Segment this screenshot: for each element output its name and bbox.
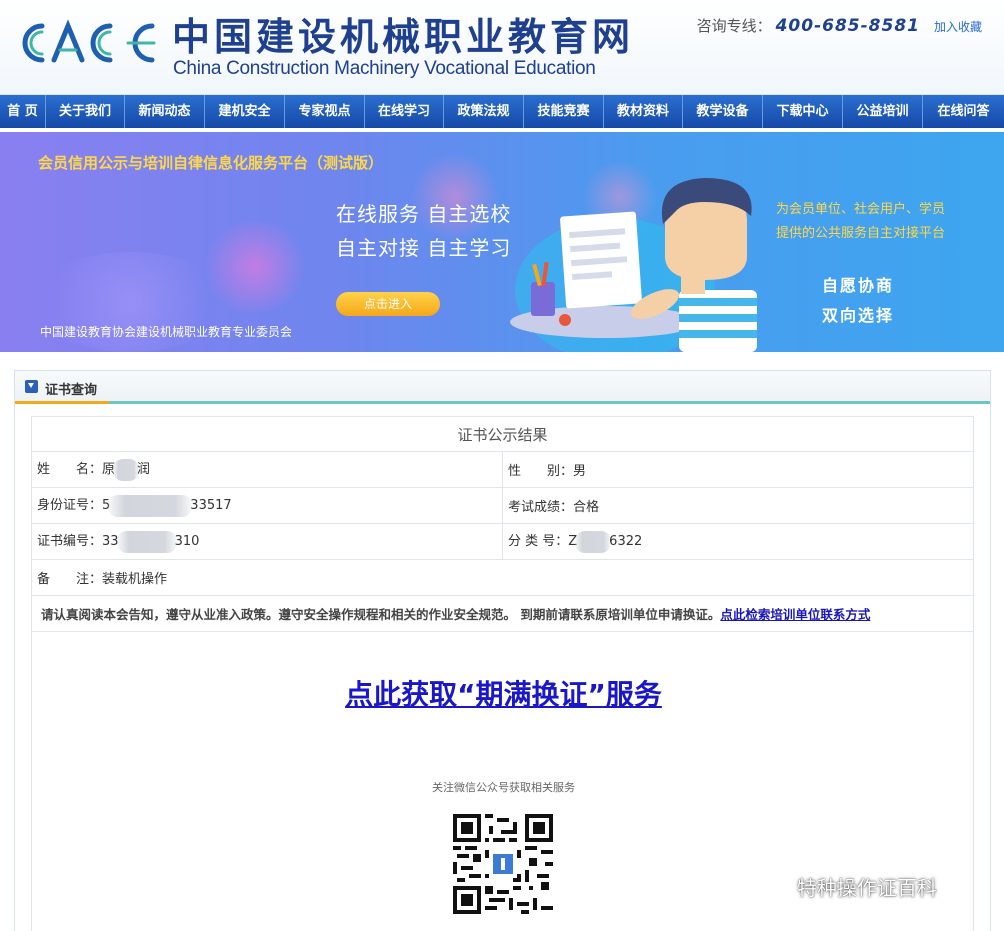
- gender-label: 性 别：: [508, 464, 574, 479]
- hotline-number: 400-685-8581: [775, 16, 920, 36]
- redaction-blur: [113, 458, 140, 481]
- training-unit-contact-link[interactable]: 点此检索培训单位联系方式: [720, 607, 870, 622]
- redaction-blur: [575, 530, 612, 553]
- cace-logo-icon: [22, 19, 156, 63]
- banner-slogan-1: 在线服务 自主选校: [336, 202, 512, 226]
- score-cell: 考试成绩：合格: [502, 487, 974, 524]
- banner-enter-button[interactable]: 点击进入: [336, 292, 440, 316]
- notice-text: 请认真阅读本会告知，遵守从业准入政策。遵守安全操作规程和相关的作业安全规范。 到…: [41, 607, 721, 622]
- certificate-result-table: 证书公示结果 姓 名：原润 性 别：男 身份证号：5 33517 考试成绩：合格 …: [31, 416, 974, 632]
- wechat-follow-text: 关注微信公众号获取相关服务: [432, 781, 575, 794]
- panel-title: 证书查询: [45, 383, 98, 398]
- banner-right-text-3: 自愿协商: [822, 276, 895, 295]
- wechat-icon: [756, 877, 788, 899]
- remark-cell: 备 注：装载机操作: [31, 559, 974, 596]
- renewal-service-link[interactable]: 点此获取“期满换证”服务: [32, 673, 975, 713]
- table-row: 证书编号：33 310 分 类 号：Z 6322: [31, 523, 974, 560]
- id-label: 身份证号：: [37, 498, 103, 514]
- add-favorite-link[interactable]: 加入收藏: [934, 18, 982, 35]
- down-arrow-icon: [25, 380, 38, 393]
- site-title-en: China Construction Machinery Vocational …: [173, 58, 596, 79]
- nav-item-public-training[interactable]: 公益培训: [843, 95, 923, 128]
- class-post: 6322: [609, 534, 643, 550]
- gender-value: 男: [573, 464, 587, 479]
- nav-item-materials[interactable]: 教材资料: [604, 95, 683, 128]
- hotline: 咨询专线： 400-685-8581: [697, 15, 920, 36]
- site-header: 中国建设机械职业教育网 China Construction Machinery…: [0, 0, 1004, 95]
- site-logo[interactable]: [12, 14, 160, 72]
- score-value: 合格: [573, 500, 600, 515]
- wechat-qr-code-icon: [453, 814, 553, 914]
- redaction-blur: [116, 530, 177, 553]
- table-row: 备 注：装载机操作: [31, 559, 974, 596]
- gender-cell: 性 别：男: [502, 451, 974, 488]
- name-label: 姓 名：: [37, 462, 103, 478]
- site-title-cn: 中国建设机械职业教育网: [172, 14, 635, 59]
- platform-banner[interactable]: 会员信用公示与培训自律信息化服务平台（测试版） 在线服务 自主选校 自主对接 自…: [0, 132, 1004, 352]
- class-label: 分 类 号：: [508, 534, 569, 550]
- nav-item-safety[interactable]: 建机安全: [205, 95, 285, 128]
- redaction-blur: [108, 494, 193, 517]
- nav-item-policy[interactable]: 政策法规: [444, 95, 524, 128]
- notice-cell: 请认真阅读本会告知，遵守从业准入政策。遵守安全操作规程和相关的作业安全规范。 到…: [31, 595, 974, 632]
- score-label: 考试成绩：: [508, 500, 574, 515]
- table-caption: 证书公示结果: [31, 416, 974, 452]
- table-row: 身份证号：5 33517 考试成绩：合格: [31, 487, 974, 524]
- cert-label: 证书编号：: [37, 534, 103, 550]
- name-post: 润: [137, 462, 151, 478]
- nav-item-online-learning[interactable]: 在线学习: [365, 95, 444, 128]
- id-cell: 身份证号：5 33517: [31, 487, 503, 524]
- main-nav: 首 页 关于我们 新闻动态 建机安全 专家视点 在线学习 政策法规 技能竞赛 教…: [0, 95, 1004, 128]
- hotline-label: 咨询专线：: [696, 17, 772, 35]
- nav-item-competition[interactable]: 技能竞赛: [524, 95, 604, 128]
- id-post: 33517: [190, 498, 232, 514]
- watermark-text: 特种操作证百科: [797, 876, 937, 900]
- banner-title: 会员信用公示与培训自律信息化服务平台（测试版）: [38, 154, 384, 172]
- nav-item-downloads[interactable]: 下载中心: [763, 95, 843, 128]
- banner-organization: 中国建设教育协会建设机械职业教育专业委员会: [40, 325, 293, 339]
- nav-item-news[interactable]: 新闻动态: [125, 95, 205, 128]
- student-illustration-icon: [510, 178, 757, 352]
- banner-right-text-4: 双向选择: [822, 306, 895, 325]
- nav-item-experts[interactable]: 专家视点: [285, 95, 365, 128]
- table-row: 姓 名：原润 性 别：男: [31, 451, 974, 488]
- remark-label: 备 注：: [37, 572, 103, 587]
- table-row: 请认真阅读本会告知，遵守从业准入政策。遵守安全操作规程和相关的作业安全规范。 到…: [31, 595, 974, 632]
- banner-right-text-1: 为会员单位、社会用户、学员: [776, 202, 946, 217]
- cert-cell: 证书编号：33 310: [31, 523, 503, 560]
- class-cell: 分 类 号：Z 6322: [502, 523, 974, 560]
- panel-header: 证书查询: [15, 371, 990, 404]
- nav-item-about[interactable]: 关于我们: [46, 95, 125, 128]
- nav-item-equipment[interactable]: 教学设备: [683, 95, 763, 128]
- nav-item-home[interactable]: 首 页: [0, 95, 46, 128]
- cert-post: 310: [174, 534, 200, 550]
- name-cell: 姓 名：原润: [31, 451, 503, 488]
- remark-value: 装载机操作: [102, 572, 168, 587]
- decor-bubble: [410, 152, 500, 242]
- nav-item-qa[interactable]: 在线问答: [923, 95, 1004, 128]
- table-row: 证书公示结果: [31, 416, 974, 452]
- banner-slogan-2: 自主对接 自主学习: [336, 236, 512, 260]
- banner-right-text-2: 提供的公共服务自主对接平台: [776, 226, 946, 241]
- panel-header-accent: [15, 401, 109, 404]
